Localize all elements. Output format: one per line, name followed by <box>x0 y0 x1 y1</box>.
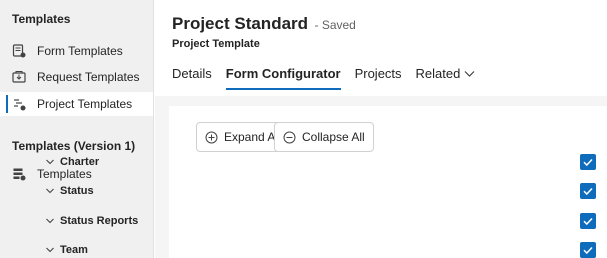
section-label: Status <box>60 185 94 197</box>
collapse-all-button[interactable]: Collapse All <box>274 122 374 152</box>
section-row-charter[interactable]: Charter <box>45 151 99 173</box>
page-title: Project Standard <box>172 14 309 33</box>
sidebar-item-form-templates[interactable]: Form Templates <box>0 39 153 63</box>
section-row-status-reports[interactable]: Status Reports <box>45 210 138 232</box>
chevron-down-icon <box>464 71 475 77</box>
section-row-team[interactable]: Team <box>45 239 88 258</box>
section-label: Status Reports <box>60 215 139 227</box>
chevron-down-icon <box>46 247 54 253</box>
tab-projects[interactable]: Projects <box>355 66 402 90</box>
chevron-down-icon <box>46 159 54 165</box>
section-row-status[interactable]: Status <box>45 180 94 202</box>
sidebar-item-project-templates[interactable]: Project Templates <box>0 92 153 116</box>
collapse-all-label: Collapse All <box>302 130 365 144</box>
expand-all-label: Expand All <box>224 130 281 144</box>
tab-form-configurator[interactable]: Form Configurator <box>225 66 341 90</box>
checkmark-icon <box>583 217 593 226</box>
entity-type-label: Project Template <box>172 38 260 50</box>
section-include-checkbox[interactable] <box>580 183 596 199</box>
sidebar-item-label: Project Templates <box>37 97 133 111</box>
tab-related[interactable]: Related <box>416 66 476 90</box>
section-label: Team <box>60 244 88 256</box>
minus-circle-icon <box>283 131 296 143</box>
section-include-checkbox[interactable] <box>580 242 596 258</box>
chevron-down-icon <box>46 218 54 224</box>
section-include-checkbox[interactable] <box>580 154 596 170</box>
sidebar-item-label: Form Templates <box>37 44 123 58</box>
sidebar-item-request-templates[interactable]: Request Templates <box>0 65 153 89</box>
request-template-icon <box>12 71 26 83</box>
tab-bar: Details Form Configurator Projects Relat… <box>172 66 489 90</box>
section-include-checkbox[interactable] <box>580 213 596 229</box>
record-header: Project Standard - Saved <box>172 14 356 34</box>
chevron-down-icon <box>46 188 54 194</box>
template-icon <box>13 168 26 181</box>
sidebar-item-label: Request Templates <box>37 70 140 84</box>
form-template-icon <box>12 44 26 58</box>
checkmark-icon <box>583 158 593 167</box>
save-status: - Saved <box>314 18 356 32</box>
section-label: Charter <box>60 156 100 168</box>
project-template-icon <box>14 99 26 111</box>
plus-circle-icon <box>205 131 218 143</box>
checkmark-icon <box>583 187 593 196</box>
checkmark-icon <box>583 246 593 255</box>
tab-related-label: Related <box>415 66 461 81</box>
sidebar-section-title: Templates <box>12 12 71 26</box>
tab-details[interactable]: Details <box>172 66 212 90</box>
